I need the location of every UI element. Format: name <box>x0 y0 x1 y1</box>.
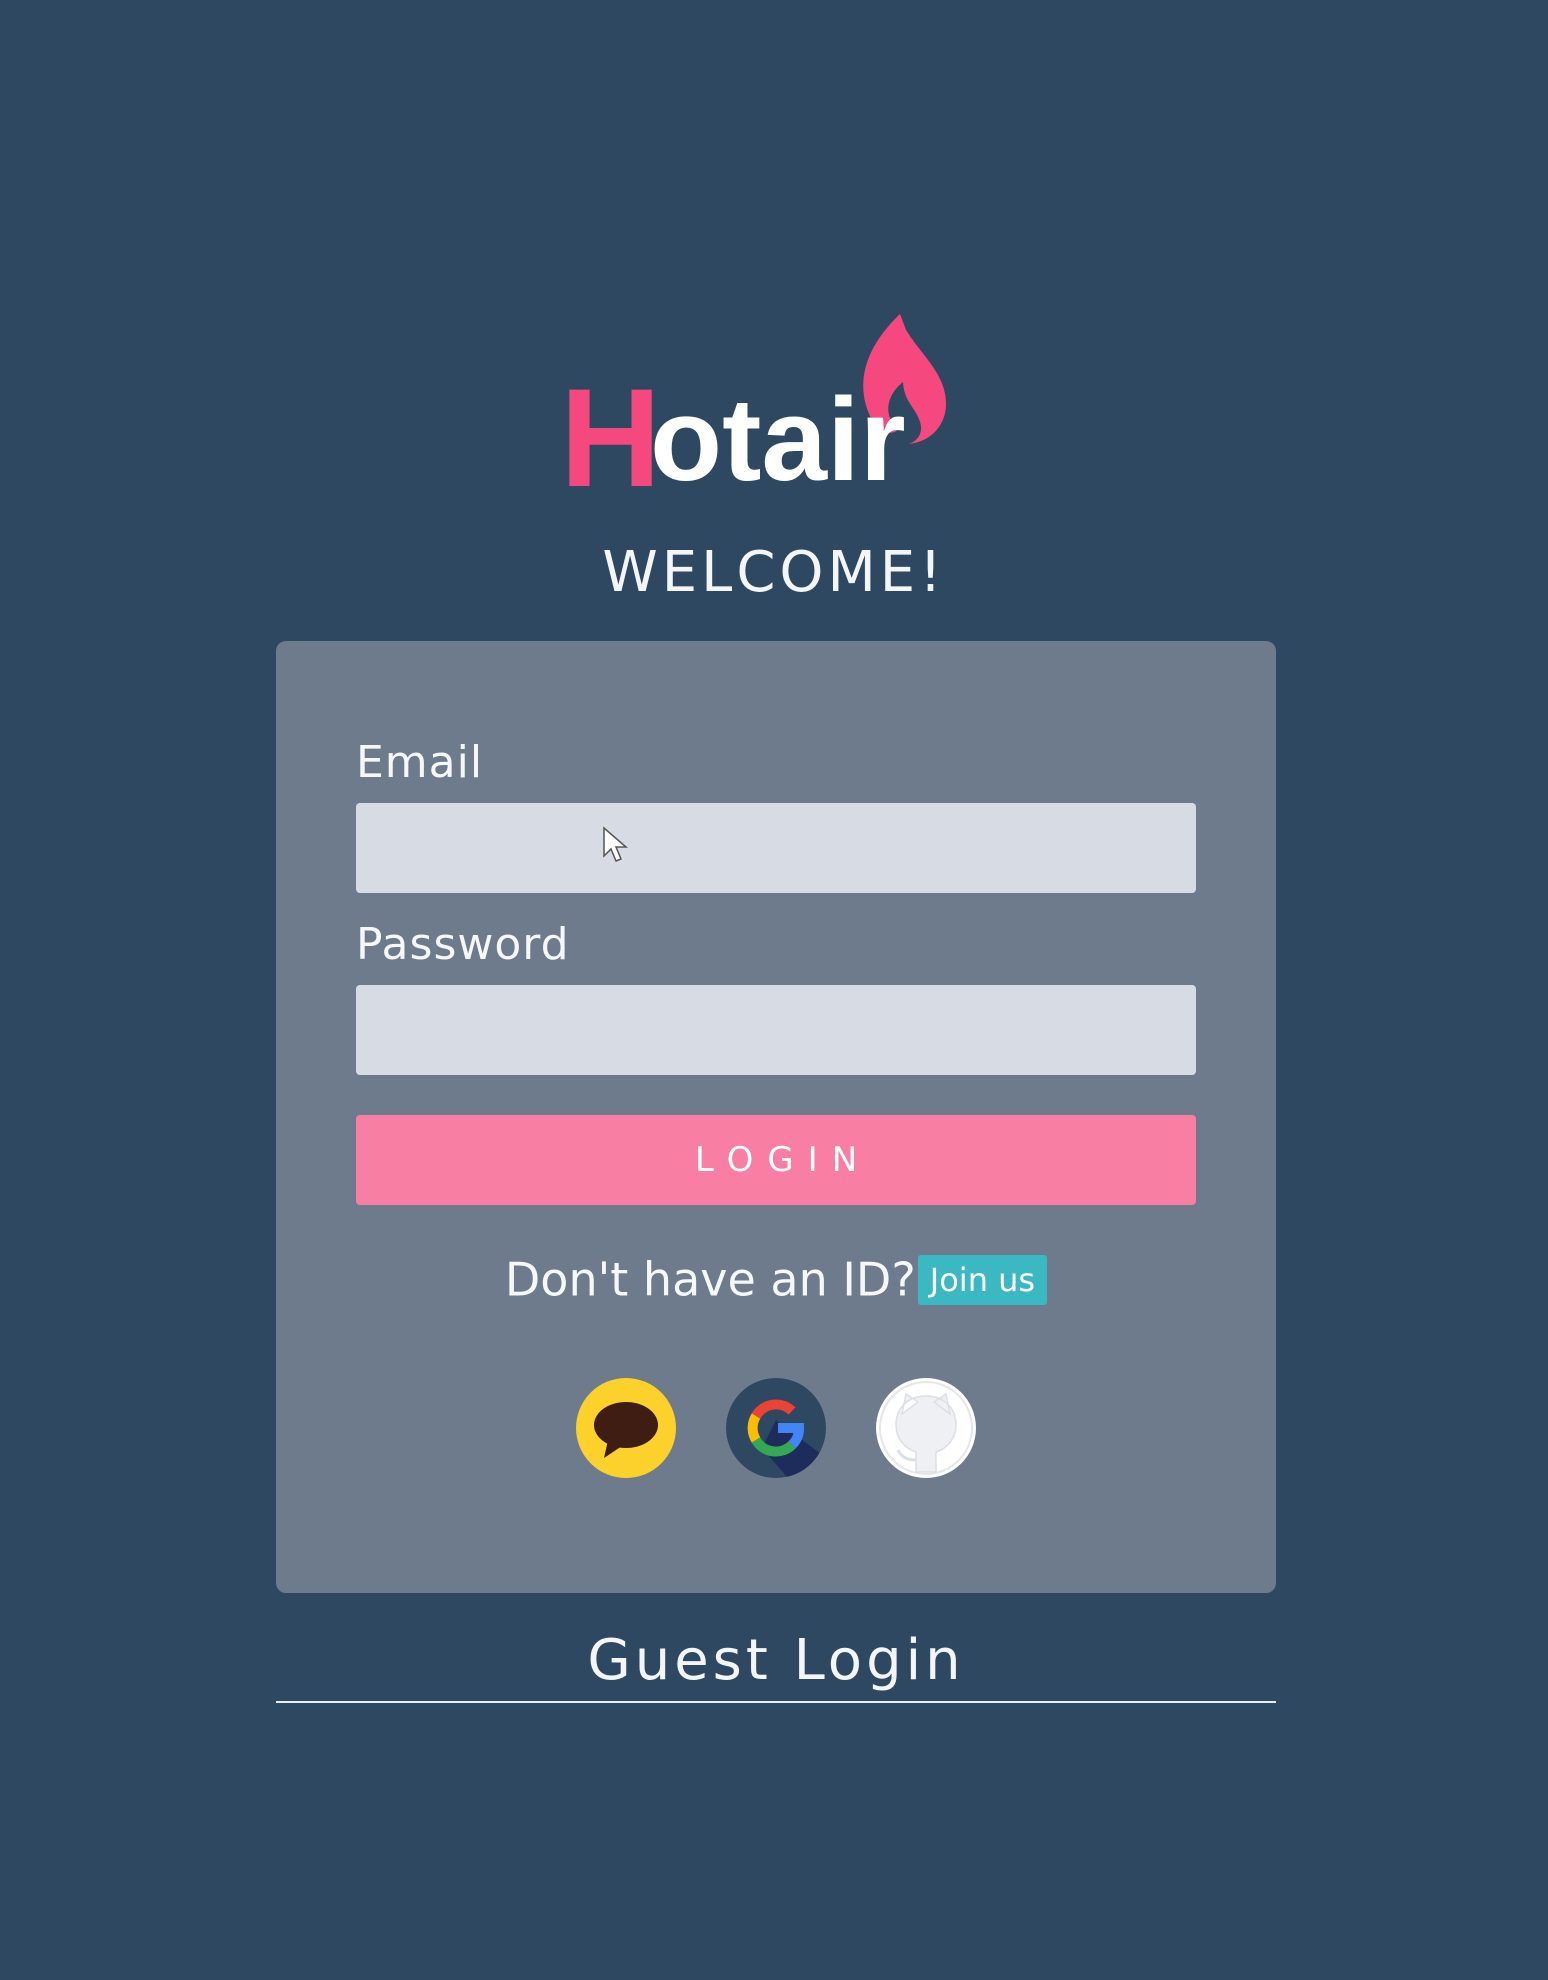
welcome-heading: WELCOME! <box>602 540 946 605</box>
signup-row: Don't have an ID? Join us <box>276 1249 1276 1307</box>
login-card: Email Password LOGIN Don't have an ID? Jo… <box>276 641 1276 1593</box>
mouse-cursor-icon <box>603 826 629 862</box>
password-label: Password <box>356 919 570 970</box>
guest-login-underline <box>276 1701 1276 1703</box>
login-button[interactable]: LOGIN <box>356 1115 1196 1205</box>
github-icon <box>879 1381 973 1475</box>
hotair-logo-graphic: H otair <box>560 314 946 516</box>
guest-login-link[interactable]: Guest Login <box>276 1628 1276 1693</box>
kakao-login-button[interactable] <box>576 1378 676 1478</box>
github-login-button[interactable] <box>876 1378 976 1478</box>
join-us-button[interactable]: Join us <box>917 1254 1048 1305</box>
kakao-icon <box>594 1402 658 1458</box>
logo-initial: H <box>560 359 661 516</box>
google-login-button[interactable] <box>726 1378 826 1478</box>
email-label: Email <box>356 737 484 788</box>
logo-rest: otair <box>650 374 906 506</box>
hotair-logo: H otair <box>560 300 1000 516</box>
email-field[interactable] <box>356 803 1196 893</box>
google-icon <box>747 1399 826 1478</box>
password-field[interactable] <box>356 985 1196 1075</box>
signup-prompt: Don't have an ID? <box>504 1252 916 1307</box>
